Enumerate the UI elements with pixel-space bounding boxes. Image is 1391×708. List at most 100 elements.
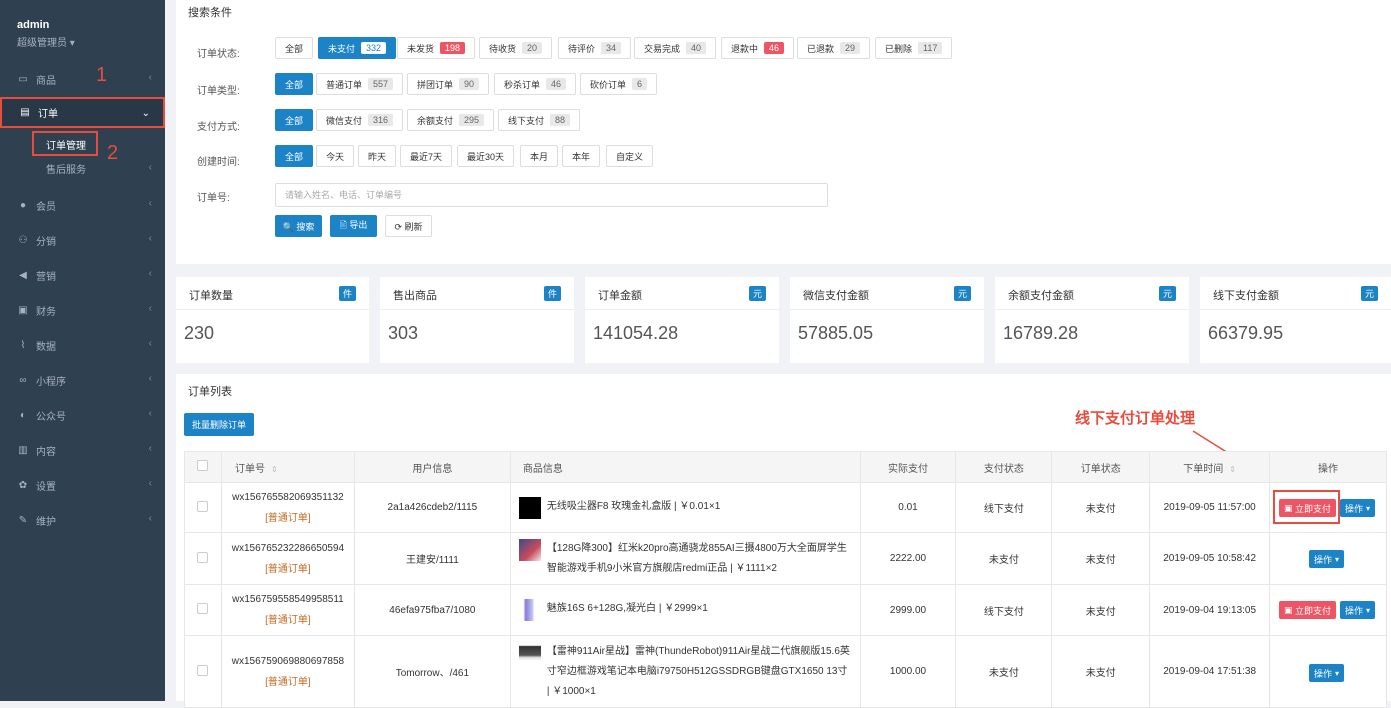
select-all-cell[interactable] (184, 451, 222, 483)
batch-delete-button[interactable]: 批量删除订单 (184, 413, 254, 436)
count-badge: 29 (840, 42, 861, 54)
column-user: 用户信息 (353, 451, 511, 483)
status-chip-deleted[interactable]: 已删除 117 (875, 37, 953, 59)
status-chip-refunding[interactable]: 退款中 46 (721, 37, 795, 59)
column-actions: 操作 (1269, 451, 1387, 483)
type-chip-bargain[interactable]: 砍价订单 6 (580, 73, 658, 95)
pay-now-button[interactable]: ▣ 立即支付 (1279, 601, 1336, 619)
count-badge: 40 (686, 42, 707, 54)
column-order-time[interactable]: 下单时间 ⇕ (1149, 451, 1271, 483)
time-chip-30days[interactable]: 最近30天 (457, 145, 515, 167)
order-list-title: 订单列表 (188, 386, 232, 398)
chevron-left-icon: ‹ (148, 338, 152, 349)
count-badge: 117 (918, 42, 943, 54)
stat-card-order-count: 订单数量件 230 (176, 277, 369, 363)
type-chip-normal[interactable]: 普通订单 557 (316, 73, 404, 95)
order-time-cell: 2019-09-04 19:13:05 (1149, 584, 1271, 636)
stat-value: 57885.05 (798, 323, 874, 343)
time-filter-label: 创建时间: (197, 157, 240, 168)
row-checkbox[interactable] (197, 551, 209, 563)
table-header-row: 订单号 ⇕ 用户信息 商品信息 实际支付 支付状态 订单状态 下单时间 ⇕ 操作 (184, 451, 1387, 483)
time-chip-month[interactable]: 本月 (520, 145, 559, 167)
sidebar-item-orders[interactable]: ▤ 订单 ⌄ (0, 97, 165, 128)
sidebar-item-label: 订单 (38, 109, 58, 120)
row-checkbox[interactable] (197, 664, 209, 676)
annotation-box-order-management (32, 131, 98, 156)
document-icon: ▤ (20, 107, 30, 118)
type-chip-all[interactable]: 全部 (275, 73, 314, 95)
time-chip-custom[interactable]: 自定义 (606, 145, 654, 167)
time-chip-all[interactable]: 全部 (275, 145, 314, 167)
sort-icon[interactable]: ⇕ (1229, 465, 1236, 474)
status-chip-to-receive[interactable]: 待收货 20 (479, 37, 553, 59)
sidebar-item-miniprogram[interactable]: ∞ 小程序 ‹ (0, 364, 165, 396)
pay-status-cell: 未支付 (955, 532, 1053, 585)
money-icon: ▣ (18, 304, 28, 316)
sidebar-item-label: 财务 (36, 306, 56, 318)
select-all-checkbox[interactable] (197, 460, 209, 471)
chevron-left-icon: ‹ (148, 72, 152, 83)
row-select-cell[interactable] (184, 635, 222, 708)
pay-chip-balance[interactable]: 余额支付 295 (407, 109, 495, 131)
sidebar-item-official-account[interactable]: ◐ 公众号 ‹ (0, 399, 165, 431)
stat-value: 16789.28 (1003, 323, 1079, 343)
count-badge: 88 (550, 114, 571, 126)
sort-icon[interactable]: ⇕ (271, 465, 278, 474)
search-panel-title: 搜索条件 (188, 7, 232, 19)
sidebar-item-label: 公众号 (36, 411, 66, 423)
pay-chip-offline[interactable]: 线下支付 88 (498, 109, 581, 131)
pay-chip-all[interactable]: 全部 (275, 109, 314, 131)
sidebar-item-settings[interactable]: ✿ 设置 ‹ (0, 469, 165, 501)
status-chip-unshipped[interactable]: 未发货 198 (397, 37, 476, 59)
sidebar-item-goods[interactable]: ▭ 商品 ‹ (0, 63, 165, 95)
refresh-button[interactable]: ⟳ 刷新 (385, 215, 432, 237)
search-button[interactable]: 🔍 搜索 (275, 215, 322, 237)
row-select-cell[interactable] (184, 584, 222, 636)
export-button[interactable]: 🖹 导出 (330, 215, 377, 237)
pay-chip-wechat[interactable]: 微信支付 316 (316, 109, 404, 131)
chevron-left-icon: ‹ (148, 303, 152, 314)
sidebar-item-finance[interactable]: ▣ 财务 ‹ (0, 294, 165, 326)
sidebar-item-content[interactable]: ▥ 内容 ‹ (0, 434, 165, 466)
row-select-cell[interactable] (184, 532, 222, 585)
count-badge: 90 (459, 78, 480, 90)
sidebar-item-members[interactable]: ● 会员 ‹ (0, 189, 165, 221)
status-chip-completed[interactable]: 交易完成 40 (634, 37, 717, 59)
time-chip-year[interactable]: 本年 (562, 145, 601, 167)
link-icon: ∞ (19, 374, 27, 386)
operation-dropdown-button[interactable]: 操作 ▾ (1309, 664, 1344, 682)
goods-cell: 魅族16S 6+128G,凝光白 | ￥2999×1 (509, 584, 861, 636)
row-checkbox[interactable] (197, 603, 209, 614)
product-thumbnail (518, 641, 541, 664)
order-search-input[interactable] (275, 183, 828, 207)
sidebar-item-data[interactable]: ⌇ 数据 ‹ (0, 329, 165, 361)
operation-dropdown-button[interactable]: 操作 ▾ (1340, 601, 1375, 619)
sidebar-sub-after-sales[interactable]: 售后服务 ‹ (0, 158, 165, 178)
status-chip-all[interactable]: 全部 (275, 37, 314, 59)
time-chip-today[interactable]: 今天 (316, 145, 355, 167)
user-role-dropdown[interactable]: 超级管理员 ▾ (17, 34, 75, 49)
operation-dropdown-button[interactable]: 操作 ▾ (1309, 550, 1344, 568)
operation-dropdown-button[interactable]: 操作 ▾ (1340, 499, 1375, 517)
sidebar-item-marketing[interactable]: ◀ 营销 ‹ (0, 259, 165, 291)
sidebar-item-label: 商品 (36, 75, 56, 87)
type-chip-flash[interactable]: 秒杀订单 46 (494, 73, 577, 95)
count-badge: 46 (546, 78, 567, 90)
sidebar-item-maintenance[interactable]: ✎ 维护 ‹ (0, 504, 165, 536)
unit-badge: 元 (953, 286, 971, 301)
row-checkbox[interactable] (197, 500, 209, 512)
status-chip-to-review[interactable]: 待评价 34 (558, 37, 632, 59)
type-chip-group[interactable]: 拼团订单 90 (407, 73, 490, 95)
time-chip-7days[interactable]: 最近7天 (400, 145, 453, 167)
sidebar-sub-label: 售后服务 (46, 164, 86, 176)
monitor-icon: ▭ (18, 73, 28, 85)
row-select-cell[interactable] (184, 482, 222, 533)
time-chip-yesterday[interactable]: 昨天 (358, 145, 397, 167)
sidebar-item-distribution[interactable]: ⚇ 分销 ‹ (0, 224, 165, 256)
order-status-cell: 未支付 (1051, 584, 1151, 636)
annotation-offline-note: 线下支付订单处理 (1075, 410, 1196, 427)
column-order-no[interactable]: 订单号 ⇕ (220, 451, 355, 483)
status-chip-refunded[interactable]: 已退款 29 (797, 37, 871, 59)
status-chip-unpaid[interactable]: 未支付 332 (318, 37, 397, 59)
count-badge: 198 (440, 42, 466, 54)
